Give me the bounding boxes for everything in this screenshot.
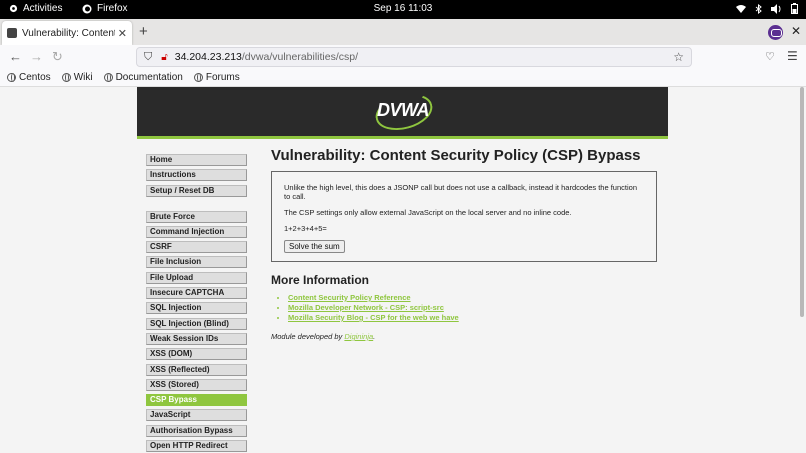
pocket-icon[interactable]: ♡ bbox=[765, 50, 775, 63]
browser-tab-active[interactable]: Vulnerability: Content Se ✕ bbox=[2, 21, 132, 45]
bookmark-label: Forums bbox=[205, 72, 240, 83]
bookmark-label: Centos bbox=[19, 72, 51, 83]
description-text: Unlike the high level, this does a JSONP… bbox=[284, 183, 637, 201]
vulnerable-code-area: Unlike the high level, this does a JSONP… bbox=[271, 171, 657, 262]
reload-icon[interactable]: ↻ bbox=[52, 49, 63, 65]
main-content: Vulnerability: Content Security Policy (… bbox=[271, 147, 657, 341]
close-window-icon[interactable]: ✕ bbox=[791, 24, 801, 38]
dvwa-page: DVWA Home Instructions Setup / Reset DB Bru… bbox=[137, 87, 668, 453]
back-icon[interactable]: ← bbox=[9, 49, 22, 64]
tracking-shield-icon[interactable]: ⛉ bbox=[144, 51, 152, 64]
author-link[interactable]: Digininja bbox=[344, 332, 373, 341]
system-tray[interactable] bbox=[736, 3, 798, 14]
globe-icon bbox=[193, 73, 203, 82]
menu-item-open-http-redirect[interactable]: Open HTTP Redirect bbox=[146, 440, 247, 453]
forward-icon[interactable]: → bbox=[30, 49, 43, 64]
globe-icon bbox=[103, 73, 113, 82]
side-menu: Home Instructions Setup / Reset DB Brute Fo… bbox=[146, 154, 247, 453]
hamburger-menu-icon[interactable]: ☰ bbox=[787, 49, 798, 63]
bookmark-star-icon[interactable]: ☆ bbox=[673, 50, 684, 64]
menu-item-csrf[interactable]: CSRF bbox=[146, 241, 247, 254]
bookmark-forums[interactable]: Forums bbox=[193, 72, 240, 83]
clock[interactable]: Sep 16 11:03 bbox=[0, 3, 806, 14]
dvwa-logo: DVWA bbox=[371, 88, 437, 136]
logo-text: DVWA bbox=[377, 100, 430, 120]
module-credit: Module developed by Digininja. bbox=[271, 332, 376, 341]
menu-item-xss-reflected[interactable]: XSS (Reflected) bbox=[146, 363, 247, 376]
network-icon bbox=[736, 5, 746, 13]
menu-item-setup-reset-db[interactable]: Setup / Reset DB bbox=[146, 184, 247, 197]
menu-item-sql-injection-blind[interactable]: SQL Injection (Blind) bbox=[146, 317, 247, 330]
bookmark-centos[interactable]: Centos bbox=[7, 72, 51, 83]
menu-item-javascript[interactable]: JavaScript bbox=[146, 409, 247, 422]
menu-item-xss-stored[interactable]: XSS (Stored) bbox=[146, 378, 247, 391]
menu-item-sql-injection[interactable]: SQL Injection bbox=[146, 302, 247, 315]
link-csp-reference[interactable]: Content Security Policy Reference bbox=[288, 293, 657, 302]
battery-icon bbox=[791, 3, 798, 14]
menu-item-authorisation-bypass[interactable]: Authorisation Bypass bbox=[146, 424, 247, 437]
dvwa-header: DVWA bbox=[137, 87, 668, 139]
menu-item-file-inclusion[interactable]: File Inclusion bbox=[146, 256, 247, 269]
close-tab-icon[interactable]: ✕ bbox=[118, 27, 127, 40]
web-content: DVWA Home Instructions Setup / Reset DB Bru… bbox=[0, 87, 806, 453]
bookmark-wiki[interactable]: Wiki bbox=[61, 72, 93, 83]
tab-strip: Vulnerability: Content Se ✕ + bbox=[0, 19, 806, 45]
bookmark-label: Documentation bbox=[115, 72, 183, 83]
page-title: Vulnerability: Content Security Policy (… bbox=[271, 147, 641, 164]
new-tab-icon[interactable]: + bbox=[139, 23, 148, 40]
menu-item-command-injection[interactable]: Command Injection bbox=[146, 225, 247, 238]
insecure-lock-icon[interactable]: 🔓︎ bbox=[161, 52, 167, 63]
solve-sum-button[interactable]: Solve the sum bbox=[284, 240, 345, 253]
sum-equation: 1+2+3+4+5= bbox=[284, 224, 327, 233]
volume-icon bbox=[771, 3, 781, 14]
tab-title: Vulnerability: Content Se bbox=[22, 27, 115, 39]
bookmark-label: Wiki bbox=[73, 72, 93, 83]
system-top-bar: Activities Firefox Sep 16 11:03 bbox=[0, 0, 806, 19]
url-host: 34.204.23.213 bbox=[174, 51, 242, 63]
csp-settings-text: The CSP settings only allow external Jav… bbox=[284, 208, 572, 217]
navigation-bar: ← → ↻ ⛉ 🔓︎ 34.204.23.213 /dvwa/vulnerabi… bbox=[0, 45, 806, 69]
reference-links: Content Security Policy Reference Mozill… bbox=[288, 293, 657, 322]
menu-item-weak-session-ids[interactable]: Weak Session IDs bbox=[146, 332, 247, 345]
menu-item-brute-force[interactable]: Brute Force bbox=[146, 210, 247, 223]
menu-item-insecure-captcha[interactable]: Insecure CAPTCHA bbox=[146, 287, 247, 300]
link-mdn-script-src[interactable]: Mozilla Developer Network - CSP: script-… bbox=[288, 303, 657, 312]
menu-item-csp-bypass[interactable]: CSP Bypass bbox=[146, 394, 247, 407]
menu-item-xss-dom[interactable]: XSS (DOM) bbox=[146, 348, 247, 361]
account-icon[interactable] bbox=[768, 25, 783, 40]
url-path: /dvwa/vulnerabilities/csp/ bbox=[241, 51, 359, 63]
menu-item-instructions[interactable]: Instructions bbox=[146, 169, 247, 182]
bookmarks-bar: Centos Wiki Documentation Forums bbox=[0, 69, 806, 87]
bookmark-documentation[interactable]: Documentation bbox=[103, 72, 183, 83]
bluetooth-icon bbox=[755, 3, 762, 14]
link-mozilla-blog[interactable]: Mozilla Security Blog - CSP for the web … bbox=[288, 313, 657, 322]
globe-icon bbox=[7, 73, 16, 82]
menu-item-file-upload[interactable]: File Upload bbox=[146, 271, 247, 284]
globe-icon bbox=[61, 73, 71, 82]
vertical-scrollbar[interactable] bbox=[800, 87, 804, 317]
url-bar[interactable]: ⛉ 🔓︎ 34.204.23.213 /dvwa/vulnerabilities… bbox=[136, 47, 692, 67]
tab-favicon-icon bbox=[7, 28, 17, 38]
menu-item-home[interactable]: Home bbox=[146, 154, 247, 166]
more-info-heading: More Information bbox=[271, 273, 369, 287]
